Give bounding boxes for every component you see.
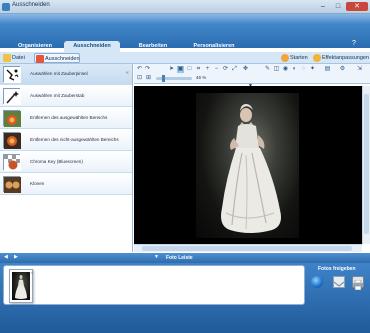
ausschneiden-button[interactable]: Ausschneiden bbox=[34, 53, 80, 63]
thumbnail-image bbox=[12, 272, 30, 300]
tool-klonen[interactable]: Klonen bbox=[0, 174, 132, 195]
remove-selected-icon bbox=[3, 110, 21, 127]
zoom-in-icon[interactable]: + bbox=[204, 66, 211, 73]
tool-label: Klonen bbox=[30, 181, 45, 186]
horizontal-scrollbar[interactable] bbox=[134, 244, 362, 252]
chroma-key-icon bbox=[3, 154, 21, 171]
tool-panel: Auswählen mit Zauberpinsel Auswählen mit… bbox=[0, 64, 133, 252]
tool-chroma-key[interactable]: Chroma Key (Bluescreen) bbox=[0, 152, 132, 173]
tab-bearbeiten[interactable]: Bearbeiten bbox=[130, 41, 176, 52]
datei-label: Datei bbox=[12, 55, 25, 61]
clone-icon bbox=[3, 176, 21, 193]
filmstrip: x bbox=[3, 265, 305, 305]
select-icon[interactable]: ▣ bbox=[177, 66, 184, 73]
share-title: Fotos freigeben bbox=[318, 266, 356, 272]
ausschneiden-label: Ausschneiden bbox=[45, 56, 80, 62]
tab-personalisieren[interactable]: Personalisieren bbox=[186, 41, 242, 52]
zoom-out-icon[interactable]: − bbox=[213, 66, 220, 73]
settings-icon[interactable]: ⚙ bbox=[339, 66, 346, 73]
edit-toolbar: ↶ ↷ ➤ ▣ □ ⌗ + − ⟳ ⤢ ✥ ✎ ◫ ◉ ◐ ◌ ✦ ▤ ⚙ ⇲ … bbox=[134, 64, 370, 84]
stamp-icon[interactable]: ◉ bbox=[282, 66, 289, 73]
tool-label: Auswählen mit Zauberpinsel bbox=[30, 71, 88, 76]
tool-remove-unselected[interactable]: Entfernen des nicht-ausgewählten Bereich… bbox=[0, 130, 132, 151]
remove-unselected-icon bbox=[3, 132, 21, 149]
app-icon bbox=[2, 3, 10, 11]
tool-zauberstab[interactable]: Auswählen mit Zauberstab bbox=[0, 86, 132, 107]
redo-icon[interactable]: ↷ bbox=[144, 66, 151, 73]
globe-icon[interactable] bbox=[311, 276, 323, 288]
start-icon bbox=[281, 54, 289, 62]
expand-icon[interactable]: ⇲ bbox=[356, 66, 363, 73]
close-icon[interactable]: x bbox=[31, 270, 33, 275]
eraser-icon[interactable]: ◫ bbox=[273, 66, 280, 73]
sub-toolbar: Datei Ausschneiden Starten Effektanpassu… bbox=[0, 52, 370, 64]
tool-remove-selected[interactable]: Entfernen des ausgewählten Bereichs bbox=[0, 108, 132, 129]
vertical-scrollbar[interactable] bbox=[362, 86, 370, 244]
tool-label: Entfernen des nicht-ausgewählten Bereich… bbox=[30, 137, 119, 142]
tab-organisieren[interactable]: Organisieren bbox=[14, 41, 56, 52]
tool-label: Auswählen mit Zauberstab bbox=[30, 93, 85, 98]
photo-bride[interactable] bbox=[196, 93, 299, 238]
rotate-icon[interactable]: ⟳ bbox=[222, 66, 229, 73]
foto-leiste-label: Foto Leiste bbox=[166, 255, 193, 261]
vertical-scroll-thumb[interactable] bbox=[364, 94, 369, 234]
close-button[interactable]: ✕ bbox=[346, 2, 368, 11]
editor-area: ↶ ↷ ➤ ▣ □ ⌗ + − ⟳ ⤢ ✥ ✎ ◫ ◉ ◐ ◌ ✦ ▤ ⚙ ⇲ … bbox=[134, 64, 370, 252]
starten-button[interactable]: Starten bbox=[280, 53, 310, 63]
brush-icon[interactable]: ✎ bbox=[264, 66, 271, 73]
layers-icon[interactable]: ▤ bbox=[324, 66, 331, 73]
mail-icon[interactable] bbox=[333, 276, 345, 288]
help-icon[interactable]: ? bbox=[352, 40, 356, 47]
print-icon[interactable] bbox=[352, 276, 364, 291]
move-icon[interactable]: ✥ bbox=[242, 66, 249, 73]
zoom-slider-handle[interactable] bbox=[162, 75, 165, 82]
next-icon[interactable]: ▶ bbox=[14, 254, 18, 260]
maximize-button[interactable]: □ bbox=[331, 2, 345, 11]
actual-size-icon[interactable]: ⊞ bbox=[145, 75, 152, 82]
title-bar: Ausschneiden – □ ✕ bbox=[0, 0, 370, 14]
scissors-icon bbox=[36, 55, 44, 63]
tab-bar-gloss bbox=[0, 14, 370, 24]
fit-window-icon[interactable]: ⊡ bbox=[136, 75, 143, 82]
filmstrip-thumbnail[interactable] bbox=[9, 269, 33, 303]
lasso-icon[interactable]: ◌ bbox=[300, 66, 307, 73]
bottom-panel: x Fotos freigeben bbox=[0, 263, 370, 333]
wand-icon[interactable]: ✦ bbox=[309, 66, 316, 73]
app-window: Ausschneiden – □ ✕ Organisieren Ausschne… bbox=[0, 0, 370, 333]
window-title: Ausschneiden bbox=[12, 2, 50, 8]
folder-icon bbox=[3, 54, 11, 62]
rect-select-icon[interactable]: □ bbox=[186, 66, 193, 73]
tool-label: Entfernen des ausgewählten Bereichs bbox=[30, 115, 108, 120]
effektanpassungen-button[interactable]: Effektanpassungen bbox=[312, 53, 369, 63]
effects-icon bbox=[313, 54, 321, 62]
tool-zauberpinsel[interactable]: Auswählen mit Zauberpinsel bbox=[0, 64, 132, 85]
chevron-down-icon[interactable]: ▼ bbox=[154, 254, 159, 260]
foto-leiste-bar: ◀ ▶ ▼ Foto Leiste bbox=[0, 253, 370, 263]
datei-button[interactable]: Datei bbox=[2, 53, 32, 63]
magic-wand-icon bbox=[3, 88, 21, 105]
prev-icon[interactable]: ◀ bbox=[4, 254, 8, 260]
undo-icon[interactable]: ↶ bbox=[136, 66, 143, 73]
starten-label: Starten bbox=[290, 55, 308, 61]
photo-canvas[interactable] bbox=[134, 86, 362, 244]
minimize-button[interactable]: – bbox=[316, 2, 330, 11]
zoom-level: 46 % bbox=[196, 75, 207, 80]
crop-icon[interactable]: ⌗ bbox=[195, 66, 202, 73]
tool-label: Chroma Key (Bluescreen) bbox=[30, 159, 83, 164]
effektanpassungen-label: Effektanpassungen bbox=[322, 55, 369, 61]
pointer-icon[interactable]: ➤ bbox=[168, 66, 175, 73]
horizontal-scroll-thumb[interactable] bbox=[142, 246, 352, 251]
invert-icon[interactable]: ◐ bbox=[291, 66, 298, 73]
collapse-icon[interactable]: « bbox=[126, 70, 129, 76]
tab-ausschneiden[interactable]: Ausschneiden bbox=[64, 41, 120, 52]
magic-brush-icon bbox=[3, 66, 21, 83]
fit-icon[interactable]: ⤢ bbox=[231, 66, 238, 73]
